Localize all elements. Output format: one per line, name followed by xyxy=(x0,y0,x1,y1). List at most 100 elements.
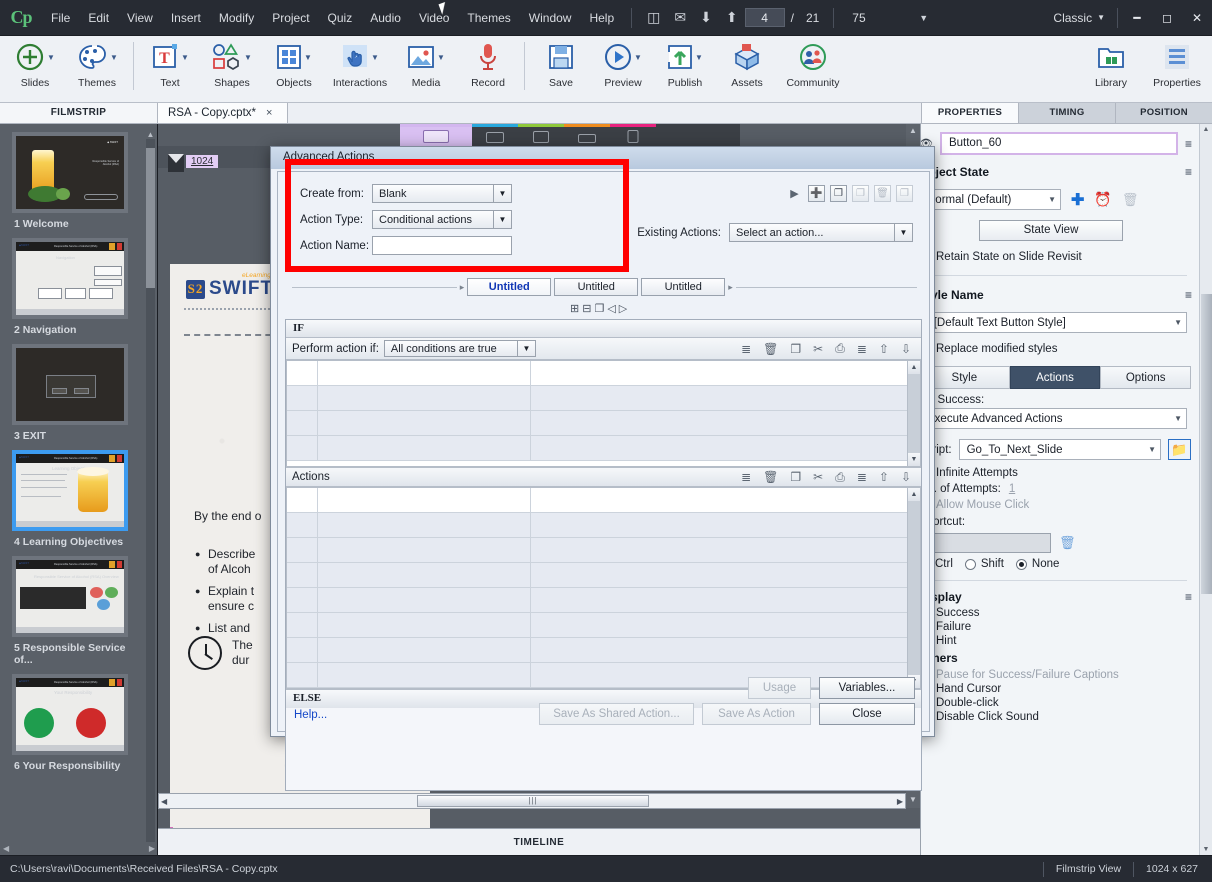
move-down-icon[interactable]: ⇩ xyxy=(901,470,911,484)
toolbar-properties-button[interactable]: Properties xyxy=(1142,36,1212,102)
table-row[interactable] xyxy=(287,513,920,538)
properties-scroll-thumb[interactable] xyxy=(1201,294,1212,594)
menu-quiz[interactable]: Quiz xyxy=(319,5,362,31)
filmstrip-hscrollbar[interactable]: ◀ ▶ xyxy=(0,842,157,855)
slide-thumbnail[interactable]: ◆SWIFT Responsible Service of Alcohol (RS… xyxy=(12,450,128,531)
replace-modified-row[interactable]: Replace modified styles xyxy=(921,338,1201,360)
add-state-icon[interactable]: ✚ xyxy=(1071,190,1084,210)
tab-properties[interactable]: PROPERTIES xyxy=(921,103,1018,123)
scrollbar-thumb[interactable] xyxy=(146,148,155,288)
download-icon[interactable]: ⬇ xyxy=(693,9,719,26)
row-primary-cell[interactable] xyxy=(318,361,531,385)
cut-row-icon[interactable]: ✂ xyxy=(813,342,823,356)
row-primary-cell[interactable] xyxy=(318,613,531,637)
paste-row-icon[interactable]: ⎙ xyxy=(835,470,845,485)
scroll-down-icon[interactable]: ▼ xyxy=(908,453,920,466)
row-secondary-cell[interactable] xyxy=(531,538,920,562)
canvas-horizontal-scrollbar[interactable]: ◀ ||| ▶ xyxy=(158,793,906,809)
row-secondary-cell[interactable] xyxy=(531,436,920,460)
table-row[interactable] xyxy=(287,613,920,638)
menu-file[interactable]: File xyxy=(42,5,79,31)
move-down-icon[interactable]: ⇩ xyxy=(901,342,911,356)
scrollbar-track[interactable] xyxy=(146,139,155,854)
object-name-menu-icon[interactable]: ≡ xyxy=(1185,137,1192,151)
menu-audio[interactable]: Audio xyxy=(361,5,410,31)
table-row[interactable] xyxy=(287,386,920,411)
perform-action-select[interactable]: All conditions are true ▼ xyxy=(383,340,536,357)
cut-row-icon[interactable]: ✂ xyxy=(813,470,823,484)
menu-insert[interactable]: Insert xyxy=(162,5,210,31)
row-secondary-cell[interactable] xyxy=(531,588,920,612)
add-action-icon[interactable]: ➕ xyxy=(808,185,825,202)
object-state-select[interactable]: Normal (Default) ▼ xyxy=(921,189,1061,210)
infinite-attempts-row[interactable]: ✓ Infinite Attempts xyxy=(921,465,1201,481)
conditions-scrollbar[interactable]: ▲ ▼ xyxy=(907,361,920,466)
copy-row-icon[interactable]: ❐ xyxy=(790,470,801,484)
insert-row-icon[interactable]: ≣ xyxy=(857,470,867,484)
table-row[interactable] xyxy=(287,638,920,663)
scroll-right-icon[interactable]: ▶ xyxy=(897,797,903,806)
table-row[interactable] xyxy=(287,588,920,613)
close-button[interactable]: Close xyxy=(819,703,915,725)
add-row-icon[interactable]: ≣ xyxy=(741,470,751,484)
table-row[interactable] xyxy=(287,411,920,436)
scroll-left-icon[interactable]: ◀ xyxy=(161,797,167,806)
display-success-row[interactable]: Success xyxy=(921,606,1201,620)
slide-thumbnail[interactable]: Responsible Service of Alcohol (RSA) ◆ SWI… xyxy=(12,132,128,213)
row-secondary-cell[interactable] xyxy=(531,513,920,537)
zoom-level-input[interactable]: 75 xyxy=(842,11,912,25)
add-row-icon[interactable]: ≣ xyxy=(741,342,751,356)
tab-filmstrip[interactable]: FILMSTRIP xyxy=(0,103,158,123)
filmstrip-slide-2[interactable]: ◆SWIFT Responsible Service of Alcohol (RS… xyxy=(0,230,157,336)
row-primary-cell[interactable] xyxy=(318,386,531,410)
table-row[interactable] xyxy=(287,361,920,386)
scroll-down-icon[interactable]: ▼ xyxy=(1200,844,1212,855)
tab-scroll-left-icon[interactable]: ▸ xyxy=(457,282,468,293)
close-button[interactable]: ✕ xyxy=(1182,6,1212,30)
row-secondary-cell[interactable] xyxy=(531,638,920,662)
breakpoint-5[interactable] xyxy=(610,124,656,146)
move-up-icon[interactable]: ⇧ xyxy=(879,470,889,484)
filmstrip-slide-3[interactable]: 3 EXIT xyxy=(0,336,157,442)
row-primary-cell[interactable] xyxy=(318,588,531,612)
slide-thumbnail[interactable]: ◆SWIFT Responsible Service of Alcohol (RS… xyxy=(12,238,128,319)
toolbar-library-button[interactable]: Library xyxy=(1080,36,1142,102)
filmstrip-slide-4[interactable]: ◆SWIFT Responsible Service of Alcohol (RS… xyxy=(0,442,157,548)
action-name-input[interactable] xyxy=(372,236,512,255)
workspace-selector[interactable]: Classic ▼ xyxy=(1053,11,1113,25)
attempts-value[interactable]: 1 xyxy=(1009,483,1015,495)
state-view-button[interactable]: State View xyxy=(979,220,1123,241)
table-row[interactable] xyxy=(287,538,920,563)
shortcut-input[interactable] xyxy=(933,533,1051,553)
breakpoint-3[interactable] xyxy=(518,124,564,146)
toolbar-objects-button[interactable]: ▼ Objects xyxy=(263,36,325,102)
current-slide-input[interactable]: 4 xyxy=(744,8,785,27)
scroll-up-icon[interactable]: ▲ xyxy=(146,130,155,139)
existing-actions-select[interactable]: Select an action... ▼ xyxy=(729,223,913,242)
next-decision-icon[interactable]: ▷ xyxy=(619,302,627,315)
delete-row-icon[interactable]: 🗑 xyxy=(763,342,778,356)
properties-scrollbar[interactable]: ▲ ▼ xyxy=(1199,124,1212,855)
toolbar-preview-button[interactable]: ▼ Preview xyxy=(592,36,654,102)
modifier-none[interactable]: None xyxy=(1015,558,1059,570)
maximize-button[interactable]: ◻ xyxy=(1152,6,1182,30)
row-primary-cell[interactable] xyxy=(318,411,531,435)
row-secondary-cell[interactable] xyxy=(531,386,920,410)
style-name-select[interactable]: +[Default Text Button Style] ▼ xyxy=(921,312,1187,333)
toolbar-media-button[interactable]: ▼ Media xyxy=(395,36,457,102)
scroll-up-icon[interactable]: ▲ xyxy=(906,124,920,137)
menu-window[interactable]: Window xyxy=(520,5,581,31)
decision-tab-2[interactable]: Untitled xyxy=(554,278,639,296)
tab-timing[interactable]: TIMING xyxy=(1018,103,1115,123)
scroll-up-icon[interactable]: ▲ xyxy=(908,488,920,501)
disable-click-sound-row[interactable]: ✓ Disable Click Sound xyxy=(921,710,1201,724)
remove-decision-icon[interactable]: ⊟ xyxy=(582,302,591,315)
menu-modify[interactable]: Modify xyxy=(210,5,263,31)
row-primary-cell[interactable] xyxy=(318,436,531,460)
paste-row-icon[interactable]: ⎙ xyxy=(835,341,845,356)
breakpoint-4[interactable] xyxy=(564,124,610,146)
on-success-select[interactable]: Execute Advanced Actions ▼ xyxy=(921,408,1187,429)
style-name-menu-icon[interactable]: ≡ xyxy=(1185,288,1192,302)
variables-button[interactable]: Variables... xyxy=(819,677,915,699)
close-icon[interactable]: × xyxy=(266,103,272,123)
